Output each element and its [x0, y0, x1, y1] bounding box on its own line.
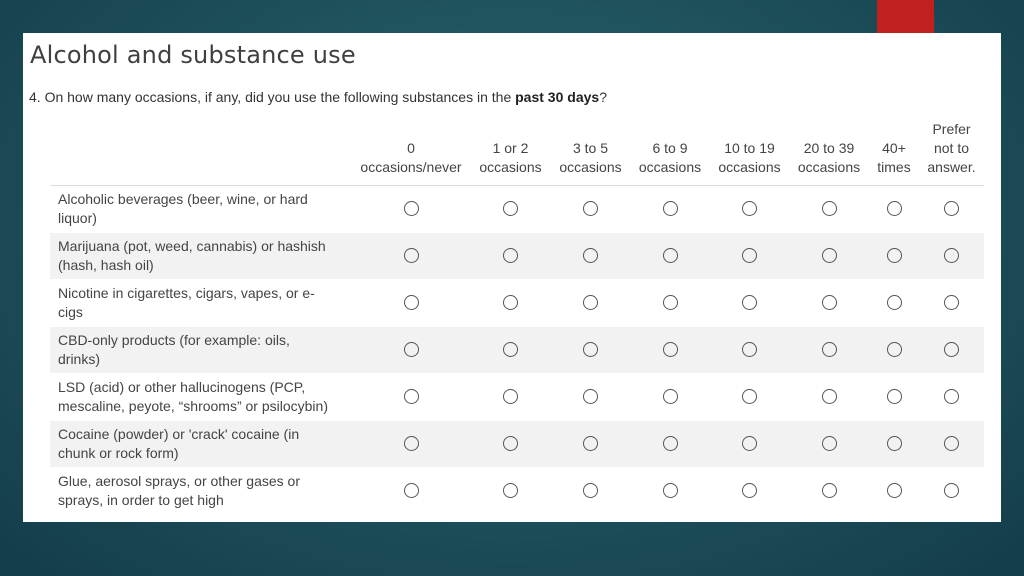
column-header: 3 to 5 occasions [551, 119, 630, 186]
radio-button[interactable] [821, 295, 837, 311]
substance-row: Glue, aerosol sprays, or other gases or s… [50, 467, 984, 515]
radio-button[interactable] [944, 483, 959, 499]
radio-button[interactable] [583, 342, 598, 358]
column-header: 6 to 9 occasions [630, 119, 710, 186]
radio-button[interactable] [583, 389, 598, 405]
column-header: 10 to 19 occasions [710, 119, 789, 186]
radio-button[interactable] [742, 201, 757, 217]
substance-label: Nicotine in cigarettes, cigars, vapes, o… [50, 279, 352, 327]
substance-label: Marijuana (pot, weed, cannabis) or hashi… [50, 232, 352, 280]
column-header: 0 occasions/never [352, 119, 470, 186]
substance-label: LSD (acid) or other hallucinogens (PCP, m… [50, 373, 352, 421]
radio-button[interactable] [821, 436, 837, 452]
radio-button[interactable] [662, 436, 678, 452]
column-header: 20 to 39 occasions [789, 119, 869, 186]
radio-button[interactable] [742, 483, 757, 499]
radio-button[interactable] [742, 342, 757, 358]
radio-button[interactable] [742, 295, 757, 311]
substance-row: Marijuana (pot, weed, cannabis) or hashi… [50, 232, 984, 280]
substance-row: CBD-only products (for example: oils, dri… [50, 326, 984, 374]
radio-button[interactable] [886, 436, 902, 452]
slide-title: Alcohol and substance use [30, 41, 356, 69]
radio-button[interactable] [403, 483, 419, 499]
radio-button[interactable] [742, 389, 757, 405]
radio-button[interactable] [886, 248, 902, 264]
radio-button[interactable] [821, 389, 837, 405]
grid-header-row: 0 occasions/never 1 or 2 occasions 3 to 5o… [50, 119, 984, 186]
substance-row: LSD (acid) or other hallucinogens (PCP, m… [50, 373, 984, 421]
radio-button[interactable] [662, 248, 678, 264]
substance-row: Cocaine (powder) or 'crack' cocaine (in c… [50, 420, 984, 468]
radio-button[interactable] [944, 436, 959, 452]
question-suffix: ? [599, 89, 607, 105]
substance-label: CBD-only products (for example: oils, dri… [50, 326, 352, 374]
radio-button[interactable] [403, 201, 419, 217]
radio-button[interactable] [503, 248, 518, 264]
radio-button[interactable] [583, 248, 598, 264]
radio-button[interactable] [583, 201, 598, 217]
question-prefix: 4. On how many occasions, if any, did yo… [29, 89, 516, 105]
substance-label: Alcoholic beverages (beer, wine, or hard… [50, 185, 352, 233]
radio-button[interactable] [662, 342, 678, 358]
radio-button[interactable] [403, 342, 419, 358]
column-header: 1 or 2 occasions [470, 119, 551, 186]
radio-button[interactable] [583, 483, 598, 499]
radio-button[interactable] [886, 342, 902, 358]
radio-button[interactable] [944, 248, 959, 264]
radio-button[interactable] [886, 389, 902, 405]
header-blank [50, 119, 352, 186]
slide: Alcohol and substance use 4. On how many… [23, 33, 1001, 522]
radio-button[interactable] [944, 295, 959, 311]
radio-button[interactable] [503, 436, 518, 452]
radio-button[interactable] [503, 342, 518, 358]
accent-block [877, 0, 934, 34]
question-text: 4. On how many occasions, if any, did yo… [29, 89, 607, 105]
radio-button[interactable] [503, 389, 518, 405]
radio-button[interactable] [662, 201, 678, 217]
column-header: 40+ times [869, 119, 919, 186]
radio-button[interactable] [403, 295, 419, 311]
radio-button[interactable] [403, 436, 419, 452]
radio-button[interactable] [662, 295, 678, 311]
radio-button[interactable] [742, 436, 757, 452]
radio-button[interactable] [821, 483, 837, 499]
radio-button[interactable] [886, 295, 902, 311]
radio-button[interactable] [821, 201, 837, 217]
substance-label: Cocaine (powder) or 'crack' cocaine (in c… [50, 420, 352, 468]
radio-button[interactable] [944, 389, 959, 405]
radio-button[interactable] [944, 342, 959, 358]
radio-button[interactable] [662, 483, 678, 499]
radio-button[interactable] [583, 436, 598, 452]
radio-button[interactable] [821, 342, 837, 358]
radio-button[interactable] [503, 483, 518, 499]
radio-button[interactable] [503, 201, 518, 217]
response-grid: 0 occasions/never 1 or 2 occasions 3 to 5o… [50, 119, 984, 515]
radio-button[interactable] [886, 483, 902, 499]
radio-button[interactable] [944, 201, 959, 217]
radio-button[interactable] [742, 248, 757, 264]
radio-button[interactable] [403, 389, 419, 405]
substance-row: Nicotine in cigarettes, cigars, vapes, o… [50, 279, 984, 327]
radio-button[interactable] [886, 201, 902, 217]
radio-button[interactable] [503, 295, 518, 311]
substance-row: Alcoholic beverages (beer, wine, or hard… [50, 185, 984, 233]
radio-button[interactable] [583, 295, 598, 311]
substance-label: Glue, aerosol sprays, or other gases or s… [50, 467, 352, 515]
radio-button[interactable] [662, 389, 678, 405]
radio-button[interactable] [403, 248, 419, 264]
question-emphasis: past 30 days [515, 89, 600, 105]
radio-button[interactable] [821, 248, 837, 264]
column-header: Prefer not to answer. [919, 119, 984, 186]
